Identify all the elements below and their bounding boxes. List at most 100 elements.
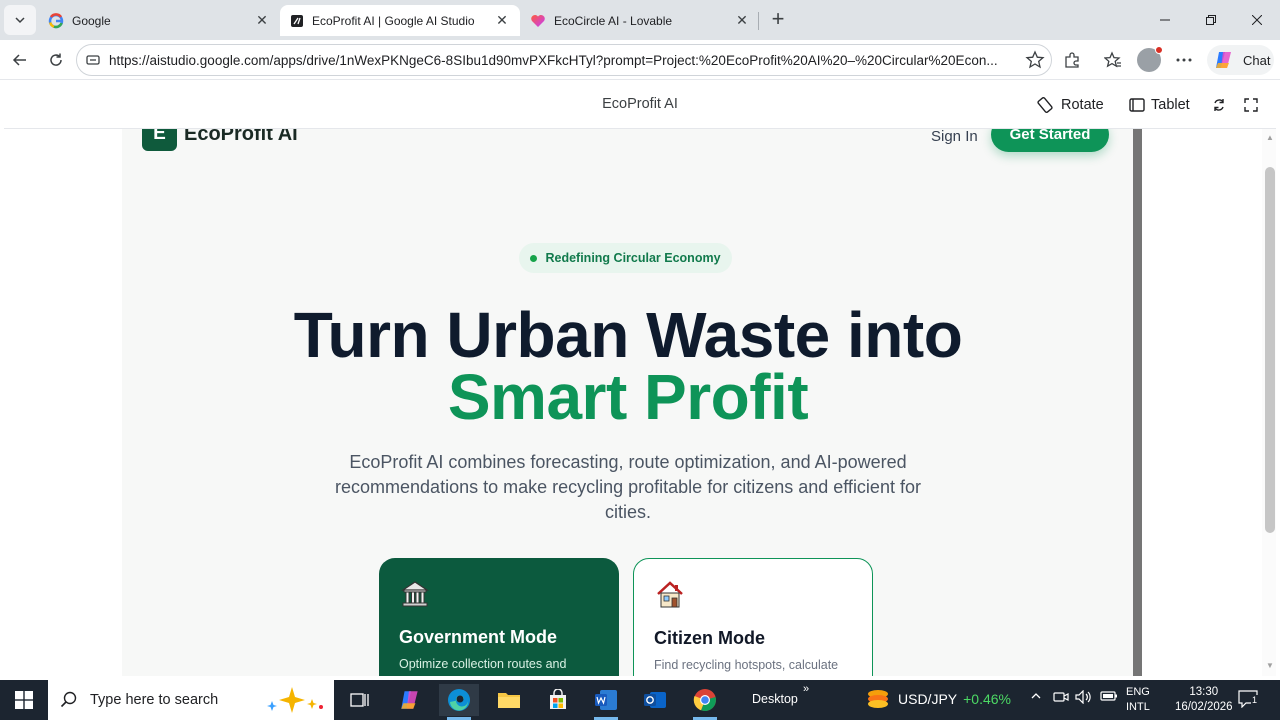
word-taskbar-button[interactable] — [586, 684, 626, 720]
store-icon — [550, 689, 566, 709]
profile-avatar[interactable] — [1137, 46, 1163, 72]
tab-strip: Google ✕ EcoProfit AI | Google AI Studio… — [0, 0, 1280, 40]
lang-code: ENG — [1126, 686, 1150, 698]
citizen-mode-card[interactable]: Citizen Mode Find recycling hotspots, ca… — [633, 558, 873, 676]
bookmark-star-icon[interactable] — [1025, 50, 1045, 75]
scroll-up-icon[interactable]: ▲ — [1265, 133, 1275, 143]
reload-button[interactable] — [42, 46, 70, 74]
favorites-icon — [1104, 51, 1121, 68]
extensions-button[interactable] — [1058, 46, 1086, 74]
logo-mark[interactable]: E — [142, 129, 177, 151]
page-scrollbar-thumb[interactable] — [1265, 167, 1275, 533]
refresh-icon — [1214, 99, 1224, 111]
folder-icon — [498, 693, 520, 708]
minimize-button[interactable] — [1142, 0, 1188, 40]
meet-now-icon[interactable] — [1053, 690, 1069, 707]
tablet-icon — [1129, 98, 1145, 112]
edge-taskbar-button[interactable] — [439, 684, 479, 720]
reload-icon — [50, 53, 62, 66]
address-bar[interactable]: https://aistudio.google.com/apps/drive/1… — [76, 44, 1052, 76]
tab-title: EcoProfit AI | Google AI Studio — [312, 13, 475, 28]
task-view-icon — [350, 693, 369, 707]
tagline-text: Redefining Circular Economy — [545, 251, 721, 265]
status-dot-icon — [530, 254, 538, 262]
card-title: Citizen Mode — [654, 628, 765, 648]
restore-button[interactable] — [1188, 0, 1234, 40]
battery-icon[interactable] — [1100, 690, 1118, 705]
tab-ecoprofit[interactable]: EcoProfit AI | Google AI Studio ✕ — [280, 5, 520, 36]
task-view-button[interactable] — [340, 684, 380, 716]
card-description: Find recycling hotspots, calculate — [654, 658, 839, 672]
chevron-up-icon — [1031, 693, 1041, 699]
taskbar-search[interactable]: Type here to search — [48, 680, 334, 720]
tab-search-button[interactable] — [4, 5, 36, 35]
brand-name[interactable]: EcoProfit AI — [184, 129, 298, 146]
scroll-down-icon[interactable]: ▼ — [1265, 661, 1275, 671]
windows-logo-icon — [15, 691, 33, 709]
fullscreen-icon — [1244, 98, 1258, 112]
browser-toolbar: https://aistudio.google.com/apps/drive/1… — [0, 40, 1280, 80]
edge-icon — [448, 689, 470, 711]
url-text: https://aistudio.google.com/apps/drive/1… — [109, 53, 998, 68]
tab-title: Google — [72, 13, 111, 28]
notification-dot — [1155, 46, 1163, 54]
chrome-taskbar-button[interactable] — [685, 684, 725, 720]
rotate-device-icon — [1037, 96, 1053, 114]
ticker-change: +0.46% — [963, 691, 1011, 707]
outlook-icon — [644, 692, 666, 708]
site-info-icon[interactable] — [85, 52, 101, 73]
minimize-icon — [1160, 19, 1170, 21]
ticker-symbol: USD/JPY — [898, 691, 958, 707]
favorites-button[interactable] — [1099, 46, 1127, 74]
get-started-button[interactable]: Get Started — [991, 129, 1109, 152]
input-language-indicator[interactable]: ENG INTL — [1126, 685, 1150, 715]
fullscreen-button[interactable] — [1244, 94, 1264, 116]
rotate-button[interactable]: Rotate — [1037, 94, 1104, 116]
close-tab-icon[interactable]: ✕ — [254, 12, 270, 29]
tablet-frame: E EcoProfit AI Sign In Get Started Redef… — [122, 129, 1134, 676]
close-icon — [1252, 15, 1262, 25]
more-menu-button[interactable] — [1170, 46, 1198, 74]
card-description: Optimize collection routes and — [399, 657, 567, 671]
sparkle-icon — [267, 687, 323, 713]
close-tab-icon[interactable]: ✕ — [734, 12, 750, 29]
notification-center-button[interactable]: 1 — [1238, 690, 1262, 710]
arrow-left-icon — [12, 54, 26, 66]
desktop-toolbar-label[interactable]: Desktop — [752, 692, 798, 706]
tab-ecocircle[interactable]: EcoCircle AI - Lovable ✕ — [520, 5, 760, 36]
chat-label: Chat — [1243, 52, 1271, 68]
sign-in-link[interactable]: Sign In — [931, 129, 978, 145]
refresh-preview-button[interactable] — [1212, 94, 1232, 116]
tab-separator — [758, 12, 759, 30]
bank-icon — [401, 581, 429, 607]
lang-layout: INTL — [1126, 701, 1150, 713]
word-icon — [595, 690, 617, 710]
preview-header: EcoProfit AI Rotate Tablet — [4, 80, 1276, 129]
tablet-button[interactable]: Tablet — [1129, 94, 1190, 116]
search-icon — [60, 691, 77, 708]
google-icon — [48, 12, 64, 28]
search-placeholder: Type here to search — [90, 692, 219, 708]
tagline-pill: Redefining Circular Economy — [519, 243, 732, 273]
preview-viewport: E EcoProfit AI Sign In Get Started Redef… — [4, 129, 1276, 676]
device-scrollbar[interactable] — [1133, 129, 1142, 676]
back-button[interactable] — [6, 46, 34, 74]
close-tab-icon[interactable]: ✕ — [494, 12, 510, 29]
copilot-chat-button[interactable]: Chat — [1207, 45, 1274, 75]
chevron-double-right-icon[interactable]: » — [803, 683, 809, 695]
file-explorer-button[interactable] — [489, 684, 529, 716]
outlook-taskbar-button[interactable] — [635, 684, 675, 716]
show-hidden-icons-button[interactable] — [1030, 690, 1042, 705]
windows-taskbar: Type here to search Desktop » USD/JPY +0… — [0, 680, 1280, 720]
close-window-button[interactable] — [1234, 0, 1280, 40]
copilot-taskbar-button[interactable] — [390, 684, 430, 716]
system-clock[interactable]: 13:30 16/02/2026 — [1175, 685, 1233, 715]
store-button[interactable] — [538, 684, 578, 716]
tab-google[interactable]: Google ✕ — [38, 5, 280, 36]
new-tab-button[interactable]: + — [766, 8, 790, 32]
clock-time: 13:30 — [1189, 686, 1219, 698]
start-button[interactable] — [0, 680, 48, 720]
government-mode-card[interactable]: Government Mode Optimize collection rout… — [379, 558, 619, 676]
weather-ticker-widget[interactable]: USD/JPY +0.46% — [866, 688, 1011, 710]
volume-icon[interactable] — [1075, 689, 1093, 707]
